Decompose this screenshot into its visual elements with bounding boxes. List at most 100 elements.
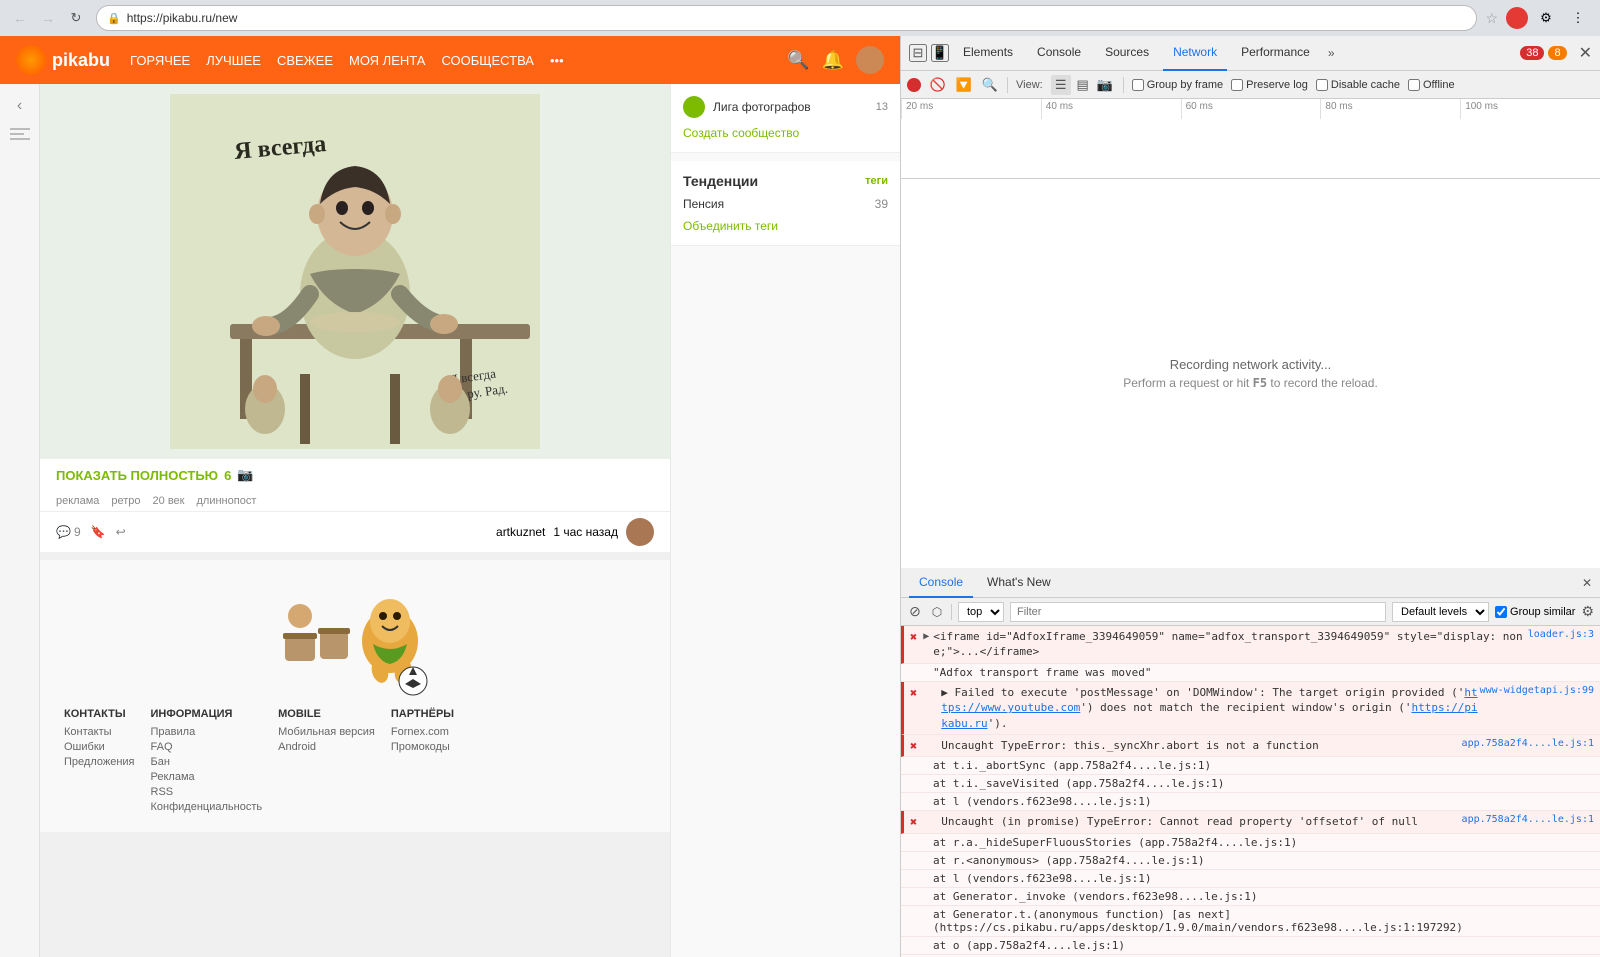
record-btn[interactable]: [907, 78, 921, 92]
console-filter-input[interactable]: [1010, 602, 1386, 622]
ext-btn-2[interactable]: ⚙: [1532, 4, 1560, 32]
footer-link-privacy[interactable]: Конфиденциальность: [151, 801, 263, 813]
warning-badge[interactable]: 8: [1548, 46, 1566, 60]
trend-count-1: 39: [875, 197, 888, 211]
msg-file-1[interactable]: loader.js:3: [1528, 629, 1594, 640]
youtube-link[interactable]: https://www.youtube.com: [941, 686, 1477, 714]
footer-link-promo[interactable]: Промокоды: [391, 741, 454, 753]
author-name[interactable]: artkuznet: [496, 525, 545, 539]
devtools-mobile-btn[interactable]: 📱: [931, 44, 949, 62]
ext-btn-1[interactable]: [1506, 7, 1528, 29]
group-frame-input[interactable]: [1132, 79, 1144, 91]
msg-file-4[interactable]: app.758a2f4....le.js:1: [1462, 814, 1594, 825]
expand-btn-1[interactable]: ▶: [923, 631, 929, 642]
cs-pikabu-link[interactable]: https://cs.pikabu.ru/apps/desktop/1.9.0/…: [940, 921, 1457, 934]
nav-my-feed[interactable]: МОЯ ЛЕНТА: [349, 53, 425, 68]
disable-cache-label[interactable]: Disable cache: [1331, 79, 1400, 91]
footer-link-rss[interactable]: RSS: [151, 786, 263, 798]
msg-4-sub-3: at l (vendors.f623e98....le.js:1): [901, 870, 1600, 888]
footer-col-mobile: MOBILE Мобильная версия Android: [278, 708, 375, 816]
share-btn[interactable]: ↩: [116, 525, 126, 539]
msg-file-2[interactable]: www-widgetapi.js:99: [1480, 685, 1594, 696]
nav-more[interactable]: •••: [550, 53, 564, 68]
tag-3[interactable]: 20 век: [153, 495, 185, 507]
footer-link-bugs[interactable]: Ошибки: [64, 741, 135, 753]
comments-btn[interactable]: 💬 9: [56, 525, 81, 539]
forward-button[interactable]: →: [36, 6, 60, 30]
error-badge[interactable]: 38: [1520, 46, 1544, 60]
collapse-btn[interactable]: ‹: [6, 92, 34, 120]
preserve-log-label[interactable]: Preserve log: [1246, 79, 1308, 91]
search-icon[interactable]: 🔍: [787, 50, 809, 71]
tab-elements[interactable]: Elements: [953, 36, 1023, 71]
console-msg-4: ✖ Uncaught (in promise) TypeError: Canno…: [901, 811, 1600, 833]
tab-network[interactable]: Network: [1163, 36, 1227, 71]
disable-cache-input[interactable]: [1316, 79, 1328, 91]
author-avatar[interactable]: [626, 518, 654, 546]
create-community-link[interactable]: Создать сообщество: [683, 126, 799, 140]
timeline-ruler: 20 ms 40 ms 60 ms 80 ms 100 ms: [901, 99, 1600, 119]
tab-performance[interactable]: Performance: [1231, 36, 1320, 71]
console-context-select[interactable]: top: [958, 602, 1004, 622]
footer-link-rules[interactable]: Правила: [151, 726, 263, 738]
footer-link-faq[interactable]: FAQ: [151, 741, 263, 753]
nav-best[interactable]: ЛУЧШЕЕ: [206, 53, 261, 68]
error-icon-4: ✖: [910, 815, 917, 829]
pikabu-logo[interactable]: pikabu: [16, 45, 110, 75]
console-tab-console[interactable]: Console: [909, 568, 973, 598]
footer-link-ads[interactable]: Реклама: [151, 771, 263, 783]
console-levels-select[interactable]: Default levels: [1392, 602, 1489, 622]
recording-text: Recording network activity...: [1170, 357, 1332, 372]
user-avatar[interactable]: [856, 46, 884, 74]
msg-file-3[interactable]: app.758a2f4....le.js:1: [1462, 738, 1594, 749]
back-button[interactable]: ←: [8, 6, 32, 30]
tab-sources[interactable]: Sources: [1095, 36, 1159, 71]
console-clear-btn[interactable]: ⊘: [907, 604, 923, 620]
save-btn[interactable]: 🔖: [91, 525, 106, 539]
footer-link-contacts[interactable]: Контакты: [64, 726, 135, 738]
search-network-btn[interactable]: 🔍: [981, 76, 999, 94]
devtools-dock-btn[interactable]: ⊟: [909, 44, 927, 62]
tab-console[interactable]: Console: [1027, 36, 1091, 71]
ext-btn-3[interactable]: ⋮: [1564, 4, 1592, 32]
trend-name-1[interactable]: Пенсия: [683, 197, 724, 211]
bookmark-icon[interactable]: ☆: [1485, 10, 1498, 27]
close-console-icon[interactable]: ✕: [1582, 576, 1592, 590]
group-frame-label[interactable]: Group by frame: [1147, 79, 1223, 91]
unite-tags-link[interactable]: Объединить теги: [683, 219, 888, 233]
trends-tags-label[interactable]: теги: [865, 175, 888, 187]
console-tab-whats-new[interactable]: What's New: [977, 568, 1061, 598]
footer-link-mobile[interactable]: Мобильная версия: [278, 726, 375, 738]
tag-1[interactable]: реклама: [56, 495, 99, 507]
offline-label[interactable]: Offline: [1423, 79, 1455, 91]
preserve-log-input[interactable]: [1231, 79, 1243, 91]
show-more-btn[interactable]: ПОКАЗАТЬ ПОЛНОСТЬЮ 6 📷: [40, 459, 670, 491]
notifications-icon[interactable]: 🔔: [822, 50, 844, 71]
view-grid-btn[interactable]: ☰: [1051, 75, 1071, 95]
address-bar[interactable]: 🔒 https://pikabu.ru/new: [96, 5, 1477, 31]
footer-link-ban[interactable]: Бан: [151, 756, 263, 768]
nav-fresh[interactable]: СВЕЖЕЕ: [277, 53, 333, 68]
offline-input[interactable]: [1408, 79, 1420, 91]
view-screenshot-btn[interactable]: 📷: [1095, 75, 1115, 95]
view-list-btn[interactable]: ▤: [1073, 75, 1093, 95]
tag-4[interactable]: длиннопост: [197, 495, 257, 507]
footer-link-fornex[interactable]: Fornex.com: [391, 726, 454, 738]
footer-link-android[interactable]: Android: [278, 741, 375, 753]
group-similar-label[interactable]: Group similar: [1510, 606, 1575, 618]
tag-2[interactable]: ретро: [111, 495, 140, 507]
clear-btn[interactable]: 🚫: [929, 76, 947, 94]
nav-communities[interactable]: СООБЩЕСТВА: [441, 53, 534, 68]
comment-count: 9: [74, 525, 81, 539]
group-similar-checkbox[interactable]: [1495, 606, 1507, 618]
footer-link-suggest[interactable]: Предложения: [64, 756, 135, 768]
preserve-log-console-btn[interactable]: ⬡: [929, 604, 945, 620]
refresh-button[interactable]: ↻: [64, 6, 88, 30]
community-name[interactable]: Лига фотографов: [713, 100, 868, 114]
devtools-close-btn[interactable]: ✕: [1579, 43, 1592, 63]
network-filter-btn[interactable]: 🔽: [955, 76, 973, 94]
console-settings-icon[interactable]: ⚙: [1581, 603, 1594, 620]
more-tabs-btn[interactable]: »: [1328, 46, 1335, 60]
nav-hot[interactable]: ГОРЯЧЕЕ: [130, 53, 190, 68]
tick-1: 20 ms: [901, 99, 1041, 119]
